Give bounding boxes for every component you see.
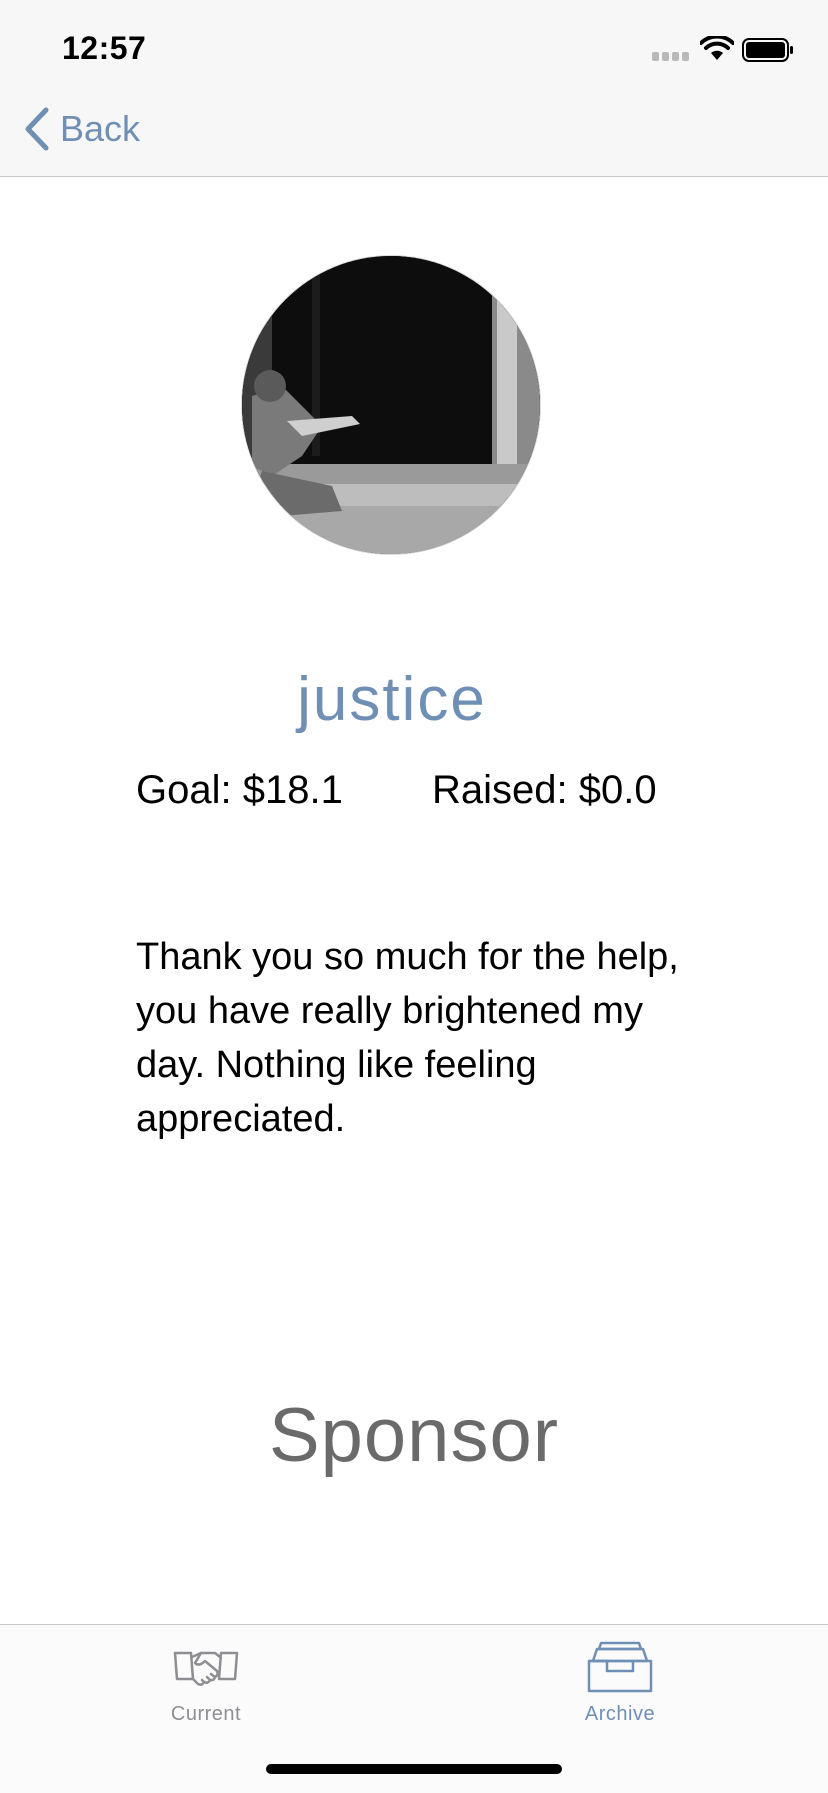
wifi-icon [700,36,734,60]
back-button[interactable]: Back [22,104,140,154]
thank-you-message: Thank you so much for the help, you have… [136,936,679,1140]
chevron-left-icon [25,107,49,151]
navigation-header: 12:57 Back [0,0,828,177]
cellular-signal-icon [652,52,692,62]
tab-archive-label: Archive [584,1703,656,1725]
archive-box-icon [587,1641,653,1693]
raised-amount: Raised: $0.0 [432,768,657,812]
tab-bar: Current Archive [0,1624,828,1793]
tab-archive[interactable]: Archive [540,1639,700,1739]
goal-amount: Goal: $18.1 [136,768,343,812]
profile-photo [242,256,540,554]
home-indicator [266,1764,562,1774]
handshake-icon [173,1651,239,1686]
battery-icon [742,38,793,62]
tab-current-label: Current [170,1703,242,1725]
sponsor-button[interactable]: Sponsor [0,1392,828,1479]
tab-current[interactable]: Current [126,1639,286,1739]
recipient-name: justice [297,665,487,734]
status-time: 12:57 [62,30,147,66]
back-label: Back [60,108,141,149]
